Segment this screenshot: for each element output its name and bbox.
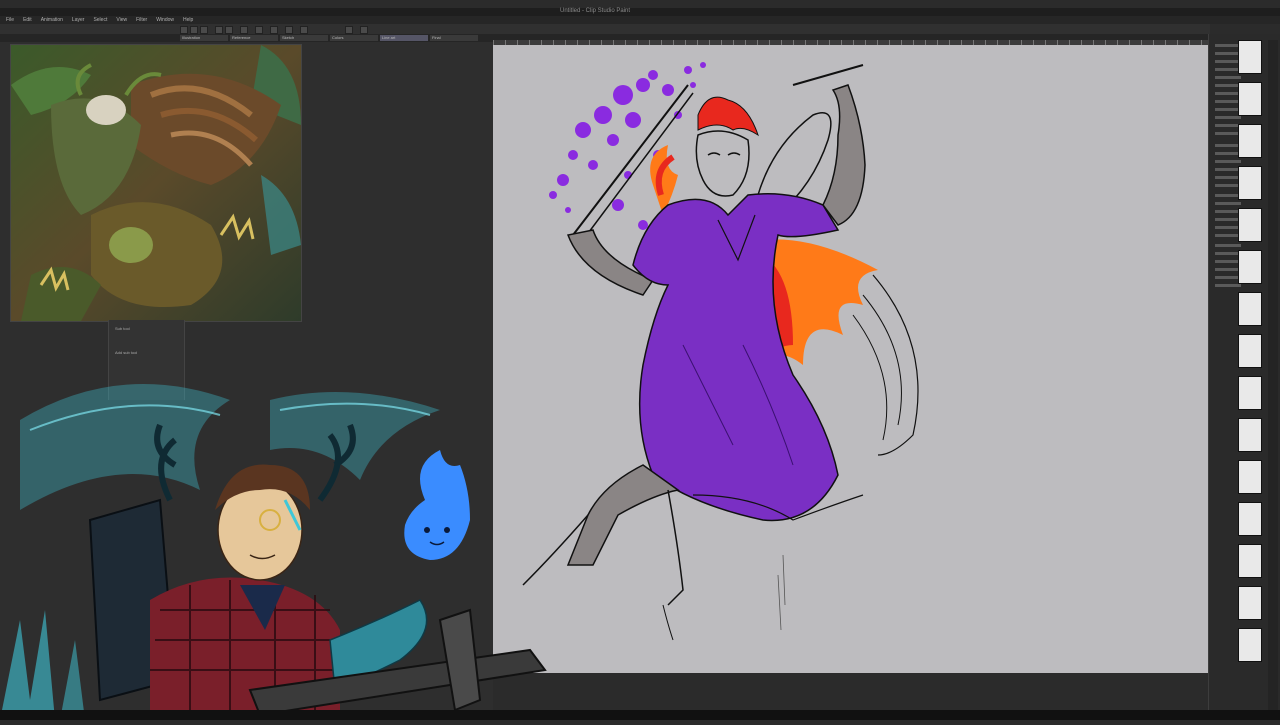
brush-preset-thumbnail[interactable] xyxy=(1238,460,1262,494)
brush-preset-thumbnail[interactable] xyxy=(1238,82,1262,116)
ruler-button[interactable] xyxy=(285,26,293,34)
brush-preset-thumbnail[interactable] xyxy=(1238,418,1262,452)
menu-window[interactable]: Window xyxy=(156,16,174,24)
avatar-illustration xyxy=(0,384,547,720)
tab-final[interactable]: Final xyxy=(430,35,478,41)
command-toolbar xyxy=(0,24,1210,34)
brush-preset-thumbnail[interactable] xyxy=(1238,376,1262,410)
grid-button[interactable] xyxy=(300,26,308,34)
rotate-button[interactable] xyxy=(360,26,368,34)
menu-filter[interactable]: Filter xyxy=(136,16,147,24)
menu-layer[interactable]: Layer xyxy=(72,16,85,24)
reference-image-window[interactable] xyxy=(10,44,302,322)
open-file-button[interactable] xyxy=(190,26,198,34)
tab-colors[interactable]: Colors xyxy=(330,35,378,41)
brush-preset-thumbnail[interactable] xyxy=(1238,208,1262,242)
layer-label xyxy=(1215,160,1241,163)
add-sub-tool-button[interactable]: Add sub tool xyxy=(115,350,137,355)
save-button[interactable] xyxy=(200,26,208,34)
sub-tool-title: Sub tool xyxy=(115,326,130,331)
tab-reference[interactable]: Reference xyxy=(230,35,278,41)
tab-line-art[interactable]: Line art xyxy=(380,35,428,41)
window-title: Untitled - Clip Studio Paint xyxy=(560,8,631,14)
layer-label xyxy=(1215,284,1241,287)
layer-label xyxy=(1215,76,1241,79)
drawing-canvas[interactable] xyxy=(493,45,1208,673)
menu-file[interactable]: File xyxy=(6,16,14,24)
sketch-artwork xyxy=(522,62,919,641)
clear-button[interactable] xyxy=(240,26,248,34)
menu-edit[interactable]: Edit xyxy=(23,16,32,24)
reference-painting xyxy=(11,45,301,321)
snap-button[interactable] xyxy=(270,26,278,34)
brush-preset-thumbnail[interactable] xyxy=(1238,292,1262,326)
tab-sketch[interactable]: Sketch xyxy=(280,35,328,41)
menu-view[interactable]: View xyxy=(116,16,127,24)
menu-select[interactable]: Select xyxy=(93,16,107,24)
layer-label xyxy=(1215,116,1241,119)
streamer-overlay xyxy=(0,370,555,720)
brush-preset-thumbnail[interactable] xyxy=(1238,628,1262,662)
redo-button[interactable] xyxy=(225,26,233,34)
right-scrollbar[interactable] xyxy=(1268,40,1278,720)
zoom-button[interactable] xyxy=(345,26,353,34)
brush-preset-thumbnail[interactable] xyxy=(1238,250,1262,284)
transform-button[interactable] xyxy=(255,26,263,34)
brush-preset-thumbnail[interactable] xyxy=(1238,124,1262,158)
bottom-strip xyxy=(0,710,1280,720)
brush-preset-thumbnail[interactable] xyxy=(1238,40,1262,74)
brush-preset-thumbnail[interactable] xyxy=(1238,544,1262,578)
brush-preset-thumbnail[interactable] xyxy=(1238,586,1262,620)
menu-bar: File Edit Animation Layer Select View Fi… xyxy=(0,16,1280,24)
layer-label xyxy=(1215,244,1241,247)
new-file-button[interactable] xyxy=(180,26,188,34)
menu-help[interactable]: Help xyxy=(183,16,193,24)
menu-animation[interactable]: Animation xyxy=(41,16,63,24)
layer-label xyxy=(1215,202,1241,205)
undo-button[interactable] xyxy=(215,26,223,34)
brush-preset-thumbnail[interactable] xyxy=(1238,166,1262,200)
brush-preset-thumbnail[interactable] xyxy=(1238,502,1262,536)
brush-preset-thumbnail[interactable] xyxy=(1238,334,1262,368)
tab-illustration[interactable]: Illustration xyxy=(180,35,228,41)
